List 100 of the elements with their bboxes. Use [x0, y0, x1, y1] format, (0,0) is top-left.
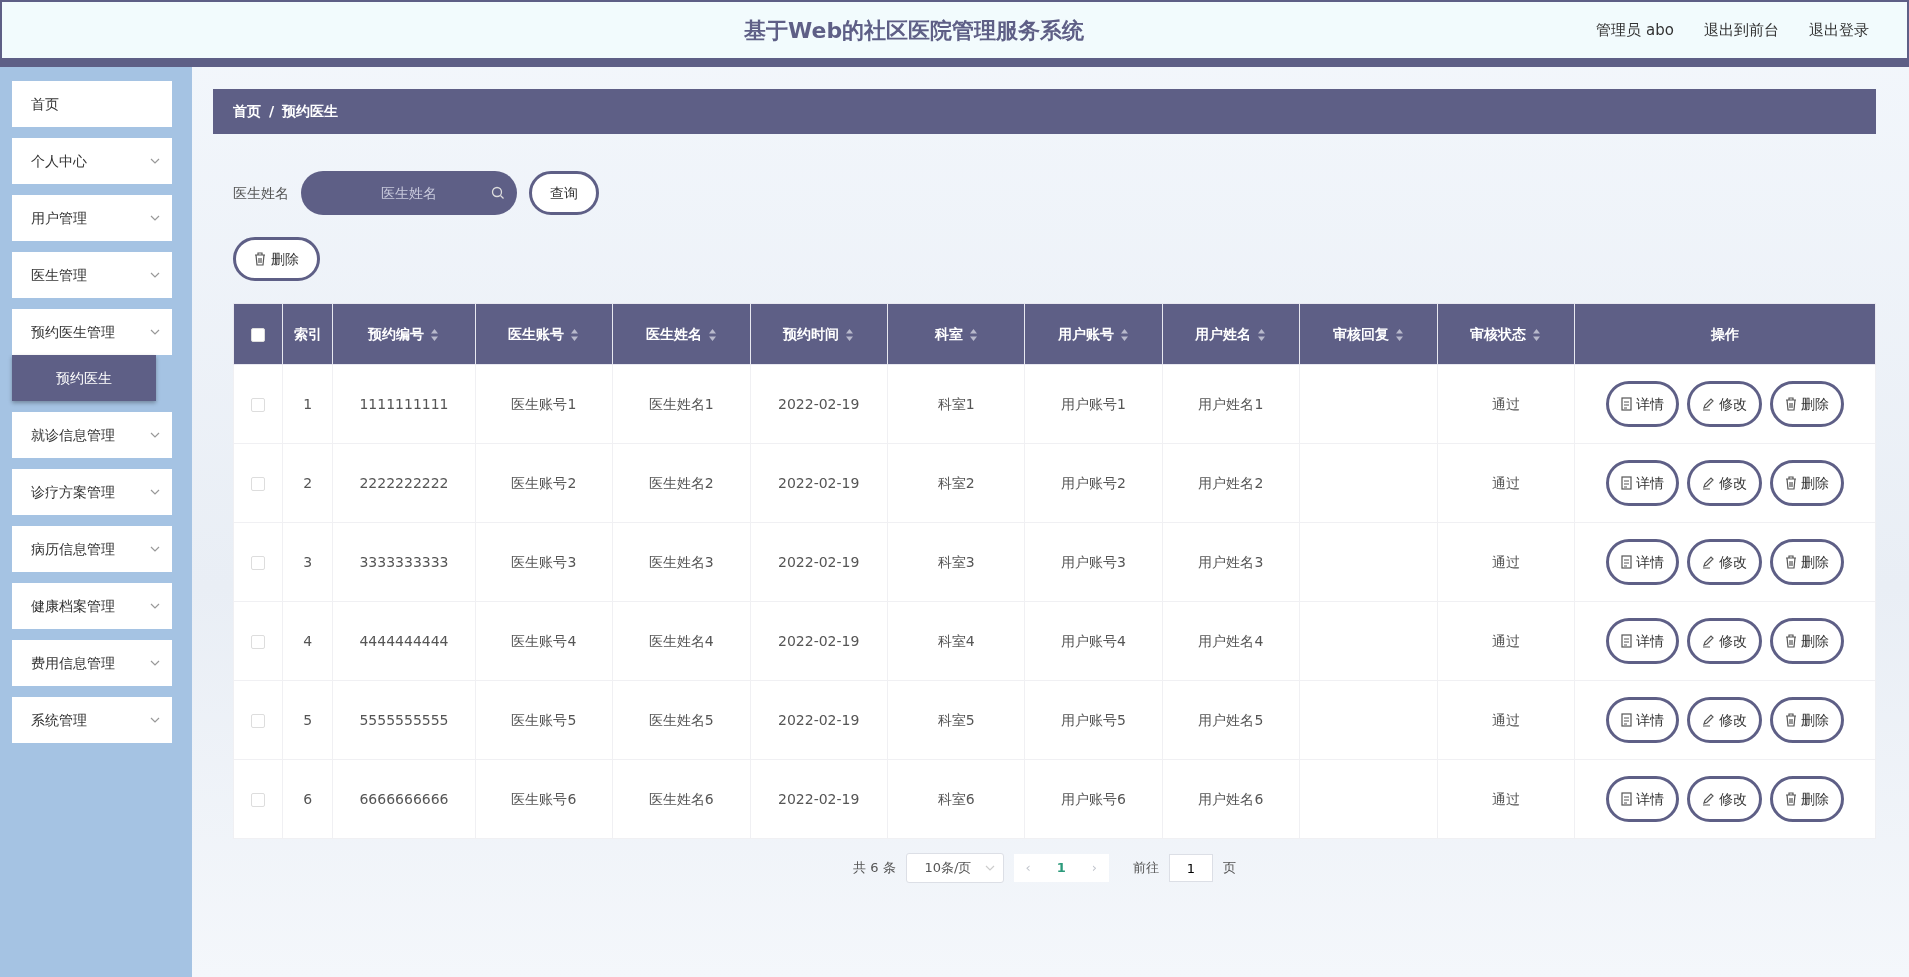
row-checkbox[interactable]	[251, 476, 266, 491]
delete-button[interactable]: 删除	[1769, 618, 1844, 664]
table-cell: 2022-02-19	[778, 632, 860, 649]
table-cell: 医生账号1	[511, 395, 577, 412]
chevron-down-icon	[150, 272, 160, 278]
header-link[interactable]: 退出登录	[1809, 18, 1869, 42]
trash-icon	[1784, 792, 1797, 806]
chevron-down-icon	[150, 489, 160, 495]
sidebar-item[interactable]: 费用信息管理	[12, 640, 172, 686]
sidebar-item[interactable]: 病历信息管理	[12, 526, 172, 572]
delete-button[interactable]: 删除	[233, 237, 320, 281]
sidebar-item[interactable]: 预约医生管理	[12, 309, 172, 355]
table-cell: 3333333333	[359, 553, 449, 570]
sidebar-item[interactable]: 健康档案管理	[12, 583, 172, 629]
sort-icon	[968, 327, 978, 342]
table-cell: 2022-02-19	[778, 553, 860, 570]
column-header[interactable]: 审核状态	[1437, 303, 1575, 365]
pencil-icon	[1701, 792, 1715, 806]
column-header[interactable]: 预约编号	[332, 303, 476, 365]
sidebar-item-label: 病历信息管理	[31, 539, 115, 559]
edit-button[interactable]: 修改	[1686, 618, 1762, 664]
table-cell: 1	[303, 395, 313, 412]
table-cell: 用户姓名4	[1198, 632, 1264, 649]
sidebar-item-label: 就诊信息管理	[31, 425, 115, 445]
row-checkbox[interactable]	[251, 713, 266, 728]
delete-button[interactable]: 删除	[1769, 539, 1844, 585]
table-cell: 2022-02-19	[778, 395, 860, 412]
document-icon	[1620, 792, 1632, 806]
edit-button[interactable]: 修改	[1686, 697, 1762, 743]
sidebar-subitem[interactable]: 预约医生	[12, 355, 156, 401]
sidebar-item[interactable]: 就诊信息管理	[12, 412, 172, 458]
edit-button[interactable]: 修改	[1686, 460, 1762, 506]
sort-icon	[570, 327, 580, 342]
search-button[interactable]: 查询	[529, 171, 599, 215]
search-field[interactable]: 医生姓名	[301, 171, 517, 215]
sidebar-item[interactable]: 个人中心	[12, 138, 172, 184]
table-cell: 医生账号6	[511, 790, 577, 807]
document-icon	[1620, 634, 1632, 648]
details-button[interactable]: 详情	[1605, 618, 1679, 664]
table-cell: 科室6	[937, 790, 975, 807]
details-button[interactable]: 详情	[1605, 460, 1679, 506]
edit-button[interactable]: 修改	[1686, 776, 1762, 822]
row-checkbox[interactable]	[251, 792, 266, 807]
chevron-down-icon	[150, 329, 160, 335]
page-jump-field[interactable]: 1	[1169, 854, 1213, 882]
header-link[interactable]: 退出到前台	[1704, 18, 1779, 42]
delete-button[interactable]: 删除	[1769, 697, 1844, 743]
table-cell: 通过	[1491, 474, 1520, 491]
sidebar-item[interactable]: 诊疗方案管理	[12, 469, 172, 515]
column-header[interactable]: 用户账号	[1024, 303, 1163, 365]
document-icon	[1620, 476, 1632, 490]
row-checkbox[interactable]	[251, 634, 266, 649]
column-header[interactable]: 用户姓名	[1162, 303, 1300, 365]
select-all-checkbox[interactable]	[251, 327, 266, 342]
table-cell: 科室4	[937, 632, 975, 649]
trash-icon	[1784, 634, 1797, 648]
details-button[interactable]: 详情	[1605, 381, 1679, 427]
chevron-down-icon	[984, 865, 995, 871]
table-cell: 医生姓名3	[648, 553, 714, 570]
sidebar-item-label: 预约医生管理	[31, 322, 115, 342]
delete-button[interactable]: 删除	[1769, 776, 1844, 822]
details-button[interactable]: 详情	[1605, 697, 1679, 743]
sidebar-item-label: 诊疗方案管理	[31, 482, 115, 502]
table-cell: 医生姓名6	[648, 790, 714, 807]
page-size-select[interactable]: 10条/页	[905, 853, 1004, 883]
table-cell: 用户账号5	[1061, 711, 1126, 728]
row-checkbox[interactable]	[251, 555, 266, 570]
chevron-down-icon	[150, 603, 160, 609]
column-header[interactable]: 审核回复	[1299, 303, 1438, 365]
document-icon	[1620, 555, 1632, 569]
sort-icon	[707, 327, 717, 342]
total-count: 共 6 条	[853, 859, 896, 878]
sidebar-item-label: 医生管理	[31, 265, 87, 285]
table-cell: 2022-02-19	[778, 790, 860, 807]
column-header[interactable]: 医生账号	[475, 303, 613, 365]
breadcrumb-item[interactable]: 预约医生	[282, 101, 339, 122]
table-cell: 医生账号4	[511, 632, 577, 649]
sidebar-item[interactable]: 用户管理	[12, 195, 172, 241]
edit-button[interactable]: 修改	[1686, 381, 1762, 427]
column-header: 索引	[282, 303, 333, 365]
sidebar-item[interactable]: 系统管理	[12, 697, 172, 743]
pencil-icon	[1701, 555, 1715, 569]
details-button[interactable]: 详情	[1605, 539, 1679, 585]
delete-button[interactable]: 删除	[1769, 381, 1844, 427]
table-cell: 6666666666	[359, 790, 449, 807]
table-cell: 用户账号6	[1061, 790, 1126, 807]
sort-icon	[845, 327, 855, 342]
table-cell: 6	[303, 790, 313, 807]
breadcrumb-item[interactable]: 首页	[233, 101, 261, 122]
column-header[interactable]: 预约时间	[750, 303, 888, 365]
details-button[interactable]: 详情	[1605, 776, 1679, 822]
pencil-icon	[1701, 397, 1715, 411]
column-header[interactable]: 医生姓名	[612, 303, 750, 365]
row-checkbox[interactable]	[251, 397, 266, 412]
edit-button[interactable]: 修改	[1686, 539, 1762, 585]
column-header[interactable]: 科室	[887, 303, 1025, 365]
sidebar-item[interactable]: 首页	[12, 81, 172, 127]
sidebar-item[interactable]: 医生管理	[12, 252, 172, 298]
delete-button[interactable]: 删除	[1769, 460, 1844, 506]
header-link[interactable]: 管理员 abo	[1596, 18, 1674, 42]
